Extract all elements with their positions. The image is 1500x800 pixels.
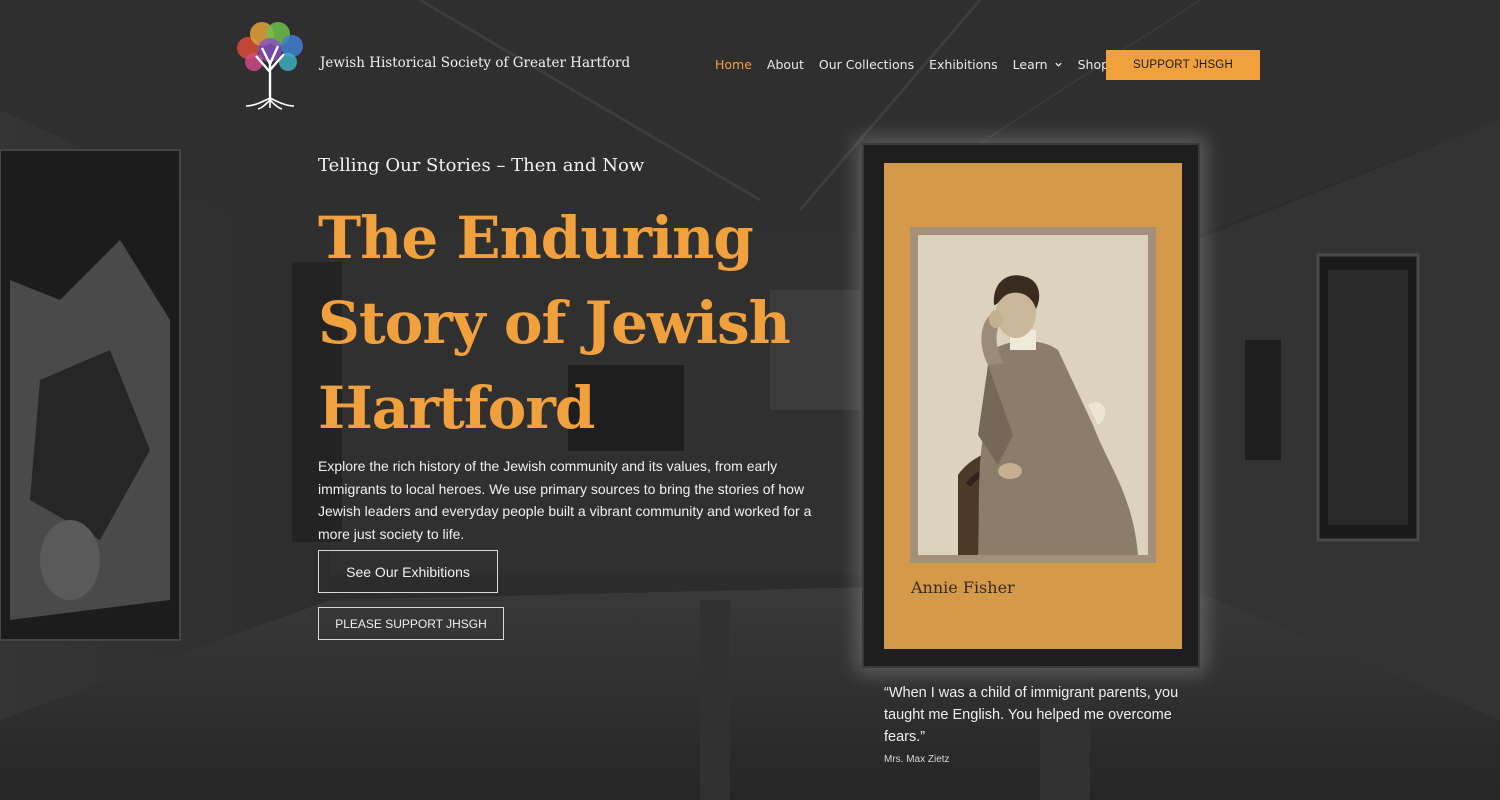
hero-tagline: Telling Our Stories – Then and Now: [318, 155, 645, 176]
hero-headline: The Enduring Story of Jewish Hartford: [318, 204, 791, 442]
nav-item-label: Shop: [1077, 57, 1110, 72]
nav-item-label: Our Collections: [818, 57, 915, 72]
photo-mat: [910, 227, 1156, 563]
nav-item-label: About: [766, 57, 804, 72]
portrait-caption: Annie Fisher: [911, 578, 1015, 597]
testimonial-author: Mrs. Max Zietz: [884, 754, 950, 765]
portrait-photo-image: [918, 235, 1148, 555]
featured-portrait-frame: Annie Fisher: [862, 143, 1200, 668]
portrait-photo: [918, 235, 1148, 555]
chevron-down-icon: [1054, 62, 1062, 67]
nav-item-home[interactable]: Home: [715, 57, 752, 72]
hero-intro: Explore the rich history of the Jewish c…: [318, 458, 812, 542]
nav-item-learn[interactable]: Learn: [1013, 57, 1063, 72]
support-button[interactable]: SUPPORT JHSGH: [1106, 50, 1260, 80]
nav-item-about[interactable]: About: [767, 57, 804, 72]
portrait-card[interactable]: Annie Fisher: [884, 163, 1182, 649]
see-exhibitions-button[interactable]: See Our Exhibitions: [318, 550, 498, 593]
please-support-button[interactable]: PLEASE SUPPORT JHSGH: [318, 607, 504, 640]
site-title[interactable]: Jewish Historical Society of Greater Har…: [320, 55, 630, 71]
nav-item-label: Home: [715, 57, 752, 72]
tree-of-life-icon[interactable]: [232, 20, 308, 110]
testimonial-quote: “When I was a child of immigrant parents…: [884, 685, 1179, 745]
nav-item-our-collections[interactable]: Our Collections: [819, 57, 914, 72]
nav-item-label: Exhibitions: [929, 57, 998, 72]
main-nav: Home About Our Collections Exhibitions L…: [715, 57, 1139, 72]
nav-item-exhibitions[interactable]: Exhibitions: [929, 57, 998, 72]
nav-item-label: Learn: [1012, 57, 1048, 72]
